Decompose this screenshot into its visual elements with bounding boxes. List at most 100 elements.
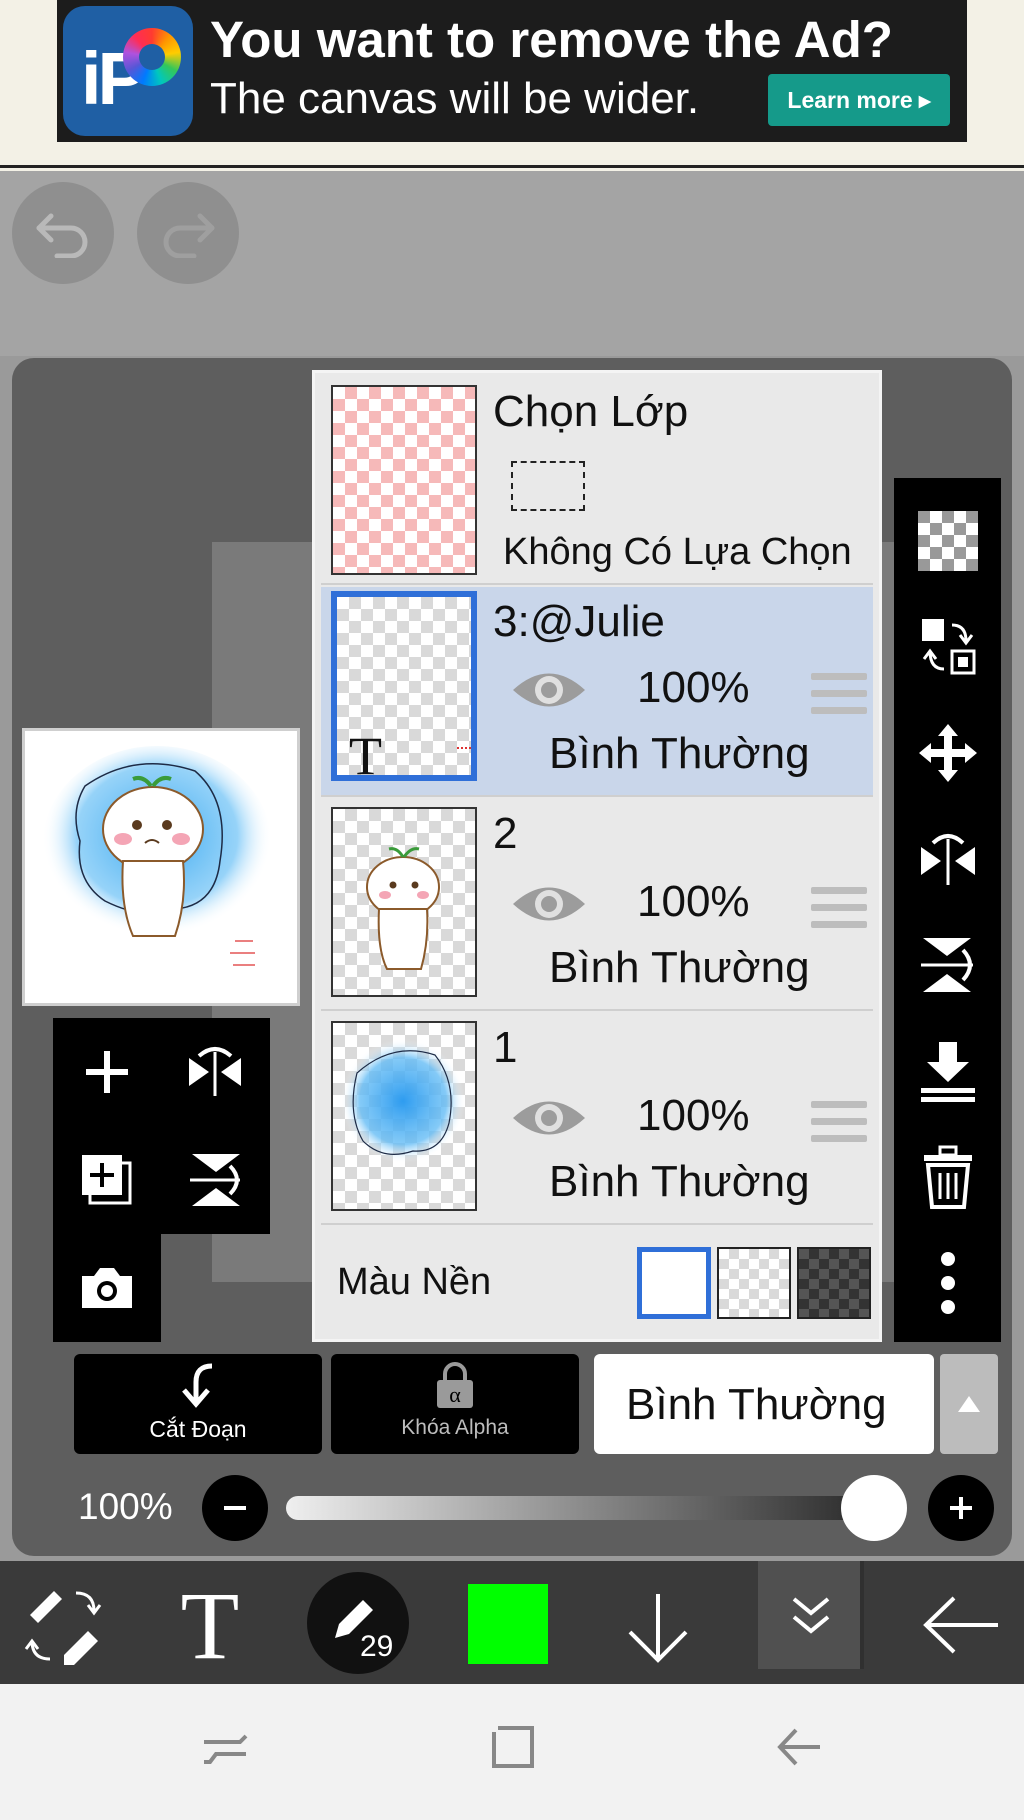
selection-layer-row[interactable]: Chọn Lớp Không Có Lựa Chọn — [321, 379, 873, 585]
ad-subtitle: The canvas will be wider. — [210, 74, 700, 123]
checkerboard-icon — [917, 511, 978, 571]
duplicate-layer-button[interactable] — [53, 1126, 161, 1234]
opacity-decrease-button[interactable] — [202, 1475, 268, 1541]
layer-row[interactable]: T 3:@Julie 100% Bình Thường — [321, 587, 873, 797]
blend-mode-select[interactable]: Bình Thường — [594, 1354, 934, 1454]
text-tool-button[interactable]: T — [170, 1572, 250, 1679]
background-color-label: Màu Nền — [337, 1261, 492, 1303]
layer-thumbnail — [331, 1021, 477, 1211]
text-tool-icon: T — [181, 1572, 240, 1679]
glow-thumbnail — [341, 1039, 465, 1163]
back-nav-icon[interactable] — [774, 1722, 824, 1772]
layers-panel: Chọn Lớp Không Có Lựa Chọn T 3:@Julie 10… — [312, 370, 882, 1342]
move-icon — [918, 724, 977, 782]
opacity-slider-knob[interactable] — [841, 1475, 907, 1541]
add-layer-button[interactable] — [53, 1018, 161, 1126]
bg-dark-option[interactable] — [797, 1247, 871, 1319]
layer-row[interactable]: 1 100% Bình Thường — [321, 1013, 873, 1225]
redo-icon — [163, 213, 215, 258]
triangle-up-icon — [958, 1396, 980, 1412]
layer-blend-mode: Bình Thường — [549, 729, 810, 778]
layer-row[interactable]: 2 100% Bình Thường — [321, 799, 873, 1011]
layer-tools-panel — [894, 478, 1001, 1342]
flip-horizontal-button[interactable] — [161, 1018, 269, 1126]
visibility-eye-icon[interactable] — [511, 1093, 587, 1143]
selection-thumbnail — [331, 385, 477, 575]
plus-icon — [86, 1051, 128, 1093]
brush-button[interactable] — [307, 1572, 409, 1674]
brush-size: 29 — [360, 1630, 394, 1663]
tool-switch-button[interactable] — [24, 1585, 104, 1665]
bg-transparent-option[interactable] — [717, 1247, 791, 1319]
clipping-label: Cắt Đoạn — [149, 1416, 247, 1442]
drag-handle-icon[interactable] — [811, 887, 867, 931]
svg-text:T: T — [181, 1580, 240, 1670]
layer-name: 2 — [493, 809, 518, 858]
plus-icon — [950, 1497, 972, 1519]
delete-layer-button[interactable] — [894, 1124, 1001, 1230]
current-color-swatch[interactable] — [468, 1584, 548, 1664]
pen-eraser-swap-icon — [24, 1591, 102, 1665]
layer-thumbnail — [331, 807, 477, 997]
layer-actions-panel — [53, 1018, 270, 1234]
swap-layer-button[interactable] — [894, 594, 1001, 700]
layer-opacity: 100% — [637, 877, 750, 926]
opacity-slider[interactable] — [286, 1496, 894, 1520]
layer-blend-mode: Bình Thường — [549, 1157, 810, 1206]
opacity-increase-button[interactable] — [928, 1475, 994, 1541]
double-chevron-down-icon — [792, 1597, 830, 1634]
redo-button[interactable] — [137, 182, 239, 284]
arrow-left-icon — [923, 1596, 998, 1654]
drag-handle-icon[interactable] — [811, 673, 867, 717]
camera-icon — [82, 1268, 132, 1308]
flip-vertical-icon — [190, 1154, 240, 1206]
move-down-button[interactable] — [618, 1588, 698, 1668]
more-vertical-icon — [940, 1252, 955, 1314]
canvas-preview[interactable] — [22, 728, 300, 1006]
learn-more-button[interactable]: Learn more ▸ — [768, 74, 950, 126]
selection-layer-title: Chọn Lớp — [493, 387, 689, 436]
layer-name: 3:@Julie — [493, 597, 665, 646]
bg-white-option[interactable] — [637, 1247, 711, 1319]
flip-vertical-button[interactable] — [161, 1126, 269, 1234]
camera-panel — [53, 1234, 161, 1342]
flip-vertical-icon — [920, 938, 973, 992]
more-options-button[interactable] — [894, 1230, 1001, 1336]
lock-icon: α — [437, 1362, 473, 1408]
move-button[interactable] — [894, 700, 1001, 806]
expand-panel-button[interactable] — [758, 1561, 864, 1669]
transparency-button[interactable] — [894, 488, 1001, 594]
undo-icon — [36, 213, 88, 258]
trash-icon — [923, 1145, 972, 1209]
recent-apps-icon[interactable] — [200, 1722, 250, 1772]
duplicate-icon — [82, 1155, 132, 1205]
flip-layer-horizontal-button[interactable] — [894, 806, 1001, 912]
undo-button[interactable] — [12, 182, 114, 284]
blend-mode-dropdown-button[interactable] — [940, 1354, 998, 1454]
opacity-value: 100% — [78, 1486, 173, 1527]
drag-handle-icon[interactable] — [811, 1101, 867, 1145]
ad-title: You want to remove the Ad? — [210, 11, 893, 68]
visibility-eye-icon[interactable] — [511, 665, 587, 715]
home-icon[interactable] — [488, 1722, 538, 1772]
camera-button[interactable] — [53, 1234, 161, 1342]
flip-horizontal-icon — [189, 1047, 241, 1096]
layer-thumbnail: T — [331, 591, 477, 781]
minus-icon — [224, 1506, 246, 1510]
alpha-lock-button[interactable]: α Khóa Alpha — [331, 1354, 579, 1454]
clipping-button[interactable]: Cắt Đoạn — [74, 1354, 322, 1454]
merge-down-button[interactable] — [894, 1018, 1001, 1124]
merge-down-icon — [920, 1042, 975, 1102]
layer-opacity: 100% — [637, 1091, 750, 1140]
visibility-eye-icon[interactable] — [511, 879, 587, 929]
selection-marquee-icon — [511, 461, 585, 511]
system-navigation-bar — [0, 1684, 1024, 1820]
layer-opacity: 100% — [637, 663, 750, 712]
character-thumbnail — [366, 847, 440, 970]
flip-layer-vertical-button[interactable] — [894, 912, 1001, 1018]
alpha-lock-label: Khóa Alpha — [401, 1416, 509, 1439]
back-button[interactable] — [918, 1590, 1002, 1660]
character-drawing — [42, 746, 272, 966]
arrow-down-icon — [628, 1594, 688, 1663]
ibispaint-logo: iP — [63, 6, 193, 136]
